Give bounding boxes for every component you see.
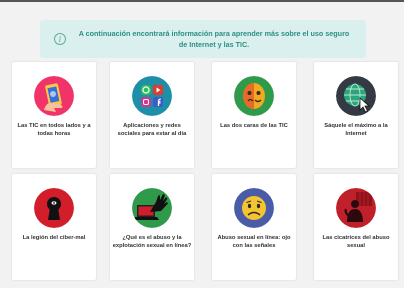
card-label: ¿Qué es el abuso y la explotación sexual… [112, 235, 192, 249]
info-banner-text: A continuación encontrará información pa… [78, 29, 350, 49]
phone-hand-icon [34, 76, 74, 116]
topic-card-cyber-evil[interactable]: La legión del ciber-mal [12, 174, 96, 280]
card-label: La legión del ciber-mal [22, 235, 86, 241]
card-label: Aplicaciones y redes sociales para estar… [117, 123, 187, 137]
card-label: Abuso sexual en línea: ojo con las señal… [217, 235, 291, 249]
masks-icon [234, 76, 274, 116]
social-apps-icon [132, 76, 172, 116]
topic-card-online-abuse[interactable]: ¿Qué es el abuso y la explotación sexual… [110, 174, 194, 280]
card-label: Las cicatrices del abuso sexual [322, 235, 390, 249]
laptop-hand-icon [132, 188, 172, 228]
top-divider [0, 0, 404, 2]
topic-card-two-faces[interactable]: Las dos caras de las TIC [212, 62, 296, 168]
topic-card-scars[interactable]: Las cicatrices del abuso sexual [314, 174, 398, 280]
card-label: Las TIC en todos lados y a todas horas [17, 123, 91, 137]
topic-card-internet-max[interactable]: Sáquele el máximo a la Internet [314, 62, 398, 168]
topic-card-tic-everywhere[interactable]: Las TIC en todos lados y a todas horas [12, 62, 96, 168]
sad-face-icon [234, 188, 274, 228]
info-banner: i A continuación encontrará información … [40, 20, 366, 58]
card-label: Las dos caras de las TIC [220, 123, 288, 129]
globe-cursor-icon [336, 76, 376, 116]
topic-card-social-apps[interactable]: Aplicaciones y redes sociales para estar… [110, 62, 194, 168]
card-label: Sáquele el máximo a la Internet [324, 123, 388, 137]
shadow-figure-icon [336, 188, 376, 228]
keyhole-icon [34, 188, 74, 228]
info-icon: i [54, 33, 66, 45]
topic-card-warning-signs[interactable]: Abuso sexual en línea: ojo con las señal… [212, 174, 296, 280]
